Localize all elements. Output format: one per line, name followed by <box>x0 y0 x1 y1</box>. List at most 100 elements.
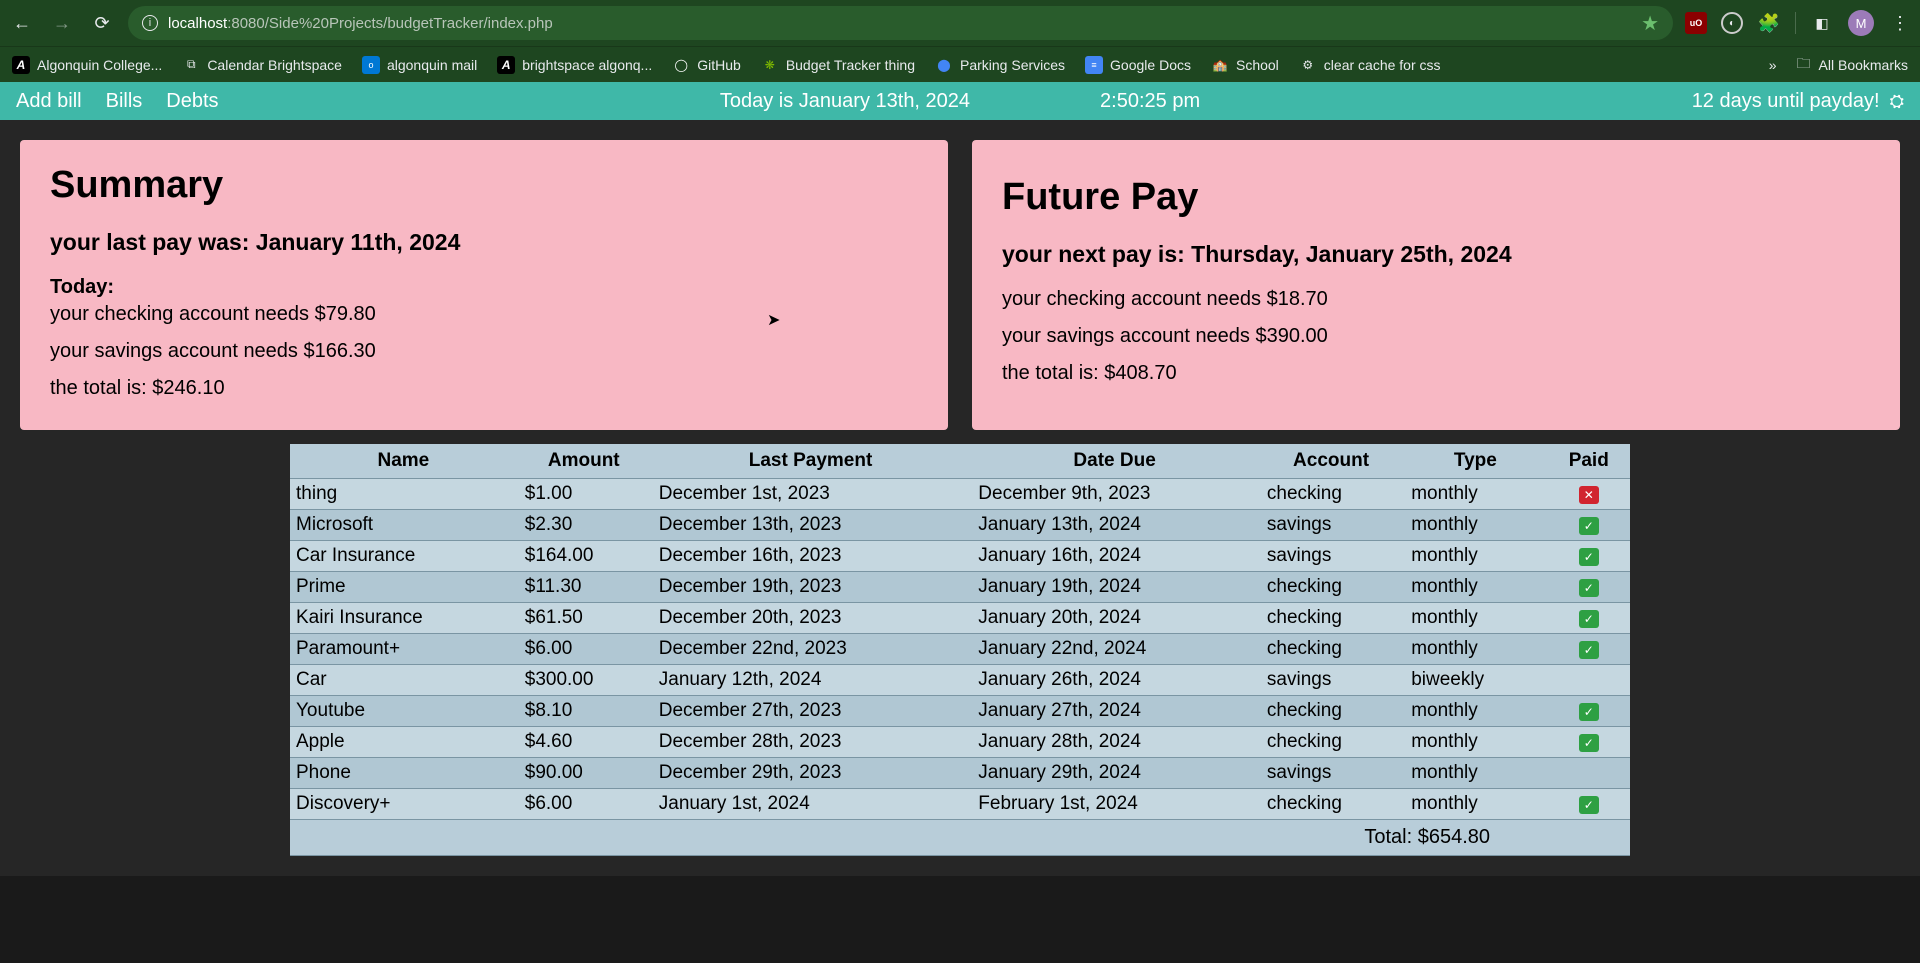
table-cell: December 29th, 2023 <box>651 758 971 789</box>
extension-icon[interactable]: ◐ <box>1721 12 1743 34</box>
table-header-cell: Account <box>1259 444 1403 479</box>
table-cell: December 28th, 2023 <box>651 727 971 758</box>
nav-link[interactable]: Bills <box>106 90 143 113</box>
table-cell: checking <box>1259 727 1403 758</box>
table-row[interactable]: Kairi Insurance$61.50December 20th, 2023… <box>290 603 1630 634</box>
ublock-extension-icon[interactable]: uO <box>1685 12 1707 34</box>
table-cell: savings <box>1259 541 1403 572</box>
table-cell: savings <box>1259 510 1403 541</box>
bookmark-label: clear cache for css <box>1324 57 1441 73</box>
bookmark-item[interactable]: 🏫School <box>1211 56 1279 74</box>
paid-cell: ✓ <box>1548 696 1631 727</box>
table-row[interactable]: Paramount+$6.00December 22nd, 2023Januar… <box>290 634 1630 665</box>
paid-cell: ✓ <box>1548 603 1631 634</box>
table-cell: January 19th, 2024 <box>970 572 1259 603</box>
table-row[interactable]: Phone$90.00December 29th, 2023January 29… <box>290 758 1630 789</box>
paid-check-icon[interactable]: ✓ <box>1579 579 1599 597</box>
table-row[interactable]: Car Insurance$164.00December 16th, 2023J… <box>290 541 1630 572</box>
table-cell: Prime <box>290 572 517 603</box>
paid-check-icon[interactable]: ✓ <box>1579 610 1599 628</box>
paid-check-icon[interactable]: ✓ <box>1579 796 1599 814</box>
paid-cell: ✓ <box>1548 634 1631 665</box>
future-next-pay: your next pay is: Thursday, January 25th… <box>1002 241 1870 268</box>
bookmark-item[interactable]: ⚙clear cache for css <box>1299 56 1441 74</box>
table-row[interactable]: Car$300.00January 12th, 2024January 26th… <box>290 665 1630 696</box>
paid-check-icon[interactable]: ✓ <box>1579 703 1599 721</box>
bookmark-star-icon[interactable]: ★ <box>1641 11 1659 36</box>
bookmark-item[interactable]: ≡Google Docs <box>1085 56 1191 74</box>
nav-link[interactable]: Add bill <box>16 90 82 113</box>
summary-card: Summary your last pay was: January 11th,… <box>20 140 948 430</box>
bookmark-label: Algonquin College... <box>37 57 162 73</box>
profile-avatar[interactable]: M <box>1848 10 1874 36</box>
bookmark-item[interactable]: oalgonquin mail <box>362 56 477 74</box>
chrome-menu-button[interactable]: ⋮ <box>1888 11 1912 35</box>
table-row[interactable]: thing$1.00December 1st, 2023December 9th… <box>290 479 1630 510</box>
side-panel-button[interactable]: ◧ <box>1810 11 1834 35</box>
all-bookmarks-button[interactable]: 🗀 All Bookmarks <box>1797 53 1908 77</box>
table-row[interactable]: Apple$4.60December 28th, 2023January 28t… <box>290 727 1630 758</box>
table-row[interactable]: Discovery+$6.00January 1st, 2024February… <box>290 789 1630 820</box>
table-cell: $1.00 <box>517 479 651 510</box>
bookmark-item[interactable]: ⧉Calendar Brightspace <box>182 56 342 74</box>
bookmark-item[interactable]: ⬤Parking Services <box>935 56 1065 74</box>
paid-cell <box>1548 758 1631 789</box>
extensions-button[interactable]: 🧩 <box>1757 11 1781 35</box>
bookmark-item[interactable]: AAlgonquin College... <box>12 56 162 74</box>
back-button[interactable]: ← <box>8 9 36 37</box>
reload-button[interactable]: ⟳ <box>88 9 116 37</box>
table-cell: checking <box>1259 696 1403 727</box>
forward-button[interactable]: → <box>48 9 76 37</box>
future-title: Future Pay <box>1002 176 1870 219</box>
paid-check-icon[interactable]: ✓ <box>1579 641 1599 659</box>
bookmark-item[interactable]: ❋Budget Tracker thing <box>761 56 915 74</box>
bookmark-label: Google Docs <box>1110 57 1191 73</box>
table-cell: Microsoft <box>290 510 517 541</box>
bookmark-item[interactable]: ◯GitHub <box>672 56 741 74</box>
summary-today-label: Today: <box>50 276 918 299</box>
address-bar[interactable]: i localhost:8080/Side%20Projects/budgetT… <box>128 6 1673 40</box>
table-row[interactable]: Prime$11.30December 19th, 2023January 19… <box>290 572 1630 603</box>
table-cell: $2.30 <box>517 510 651 541</box>
future-checking: your checking account needs $18.70 <box>1002 288 1870 311</box>
bookmarks-overflow-button[interactable]: » <box>1769 57 1775 73</box>
table-cell: January 26th, 2024 <box>970 665 1259 696</box>
paid-cell: ✓ <box>1548 572 1631 603</box>
paid-cell: ✓ <box>1548 541 1631 572</box>
future-savings: your savings account needs $390.00 <box>1002 325 1870 348</box>
paid-check-icon[interactable]: ✓ <box>1579 548 1599 566</box>
table-cell: checking <box>1259 603 1403 634</box>
paid-check-icon[interactable]: ✓ <box>1579 517 1599 535</box>
table-cell: savings <box>1259 758 1403 789</box>
table-cell: Apple <box>290 727 517 758</box>
bookmark-item[interactable]: Abrightspace algonq... <box>497 56 652 74</box>
paid-cell <box>1548 665 1631 696</box>
chrome-actions: uO ◐ 🧩 ◧ M ⋮ <box>1685 10 1912 36</box>
bills-table-wrap: NameAmountLast PaymentDate DueAccountTyp… <box>290 444 1630 856</box>
summary-savings: your savings account needs $166.30 <box>50 340 918 363</box>
table-cell: December 1st, 2023 <box>651 479 971 510</box>
url-text: localhost:8080/Side%20Projects/budgetTra… <box>168 15 553 32</box>
paid-check-icon[interactable]: ✓ <box>1579 734 1599 752</box>
paid-x-icon[interactable]: ✕ <box>1579 486 1599 504</box>
table-header-cell: Paid <box>1548 444 1631 479</box>
nav-link[interactable]: Debts <box>166 90 218 113</box>
table-cell: monthly <box>1403 572 1547 603</box>
table-cell: December 16th, 2023 <box>651 541 971 572</box>
table-cell: January 13th, 2024 <box>970 510 1259 541</box>
summary-checking: your checking account needs $79.80 <box>50 303 918 326</box>
divider <box>1795 12 1796 34</box>
table-cell: December 22nd, 2023 <box>651 634 971 665</box>
table-cell: January 28th, 2024 <box>970 727 1259 758</box>
site-info-icon[interactable]: i <box>142 15 158 31</box>
bookmark-label: Parking Services <box>960 57 1065 73</box>
table-header-cell: Name <box>290 444 517 479</box>
table-row[interactable]: Microsoft$2.30December 13th, 2023January… <box>290 510 1630 541</box>
page-content: Summary your last pay was: January 11th,… <box>0 120 1920 876</box>
settings-gear-icon[interactable]: ⛭ <box>1890 91 1904 112</box>
table-cell: January 27th, 2024 <box>970 696 1259 727</box>
table-row[interactable]: Youtube$8.10December 27th, 2023January 2… <box>290 696 1630 727</box>
all-bookmarks-label: All Bookmarks <box>1819 57 1908 73</box>
table-cell: checking <box>1259 789 1403 820</box>
table-cell: $4.60 <box>517 727 651 758</box>
